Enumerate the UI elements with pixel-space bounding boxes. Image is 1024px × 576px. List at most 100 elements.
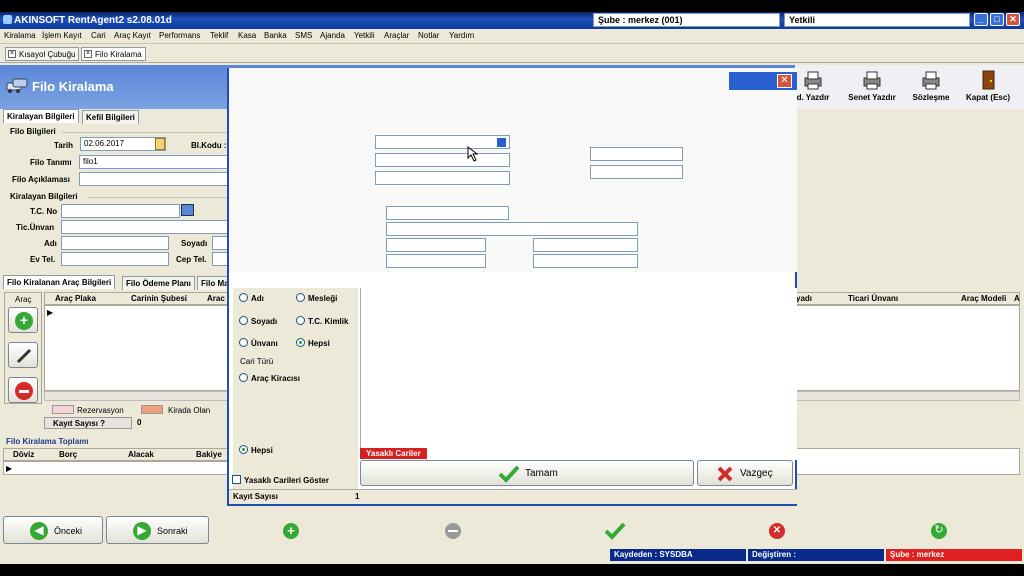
search-tc-icon[interactable]: [181, 204, 194, 216]
row-pointer-icon: ▶: [47, 308, 54, 317]
remove-icon[interactable]: [445, 523, 461, 539]
minus-icon: [15, 382, 33, 400]
save-check-icon[interactable]: [604, 522, 626, 540]
col-arac[interactable]: Arac: [207, 294, 225, 303]
search-field-10[interactable]: [386, 254, 486, 268]
search-field-7[interactable]: [386, 222, 638, 236]
tab-filo-kiralanan-arac[interactable]: Filo Kiralanan Araç Bilgileri: [3, 275, 116, 289]
add-arac-button[interactable]: +: [8, 307, 38, 333]
tamam-button[interactable]: Tamam: [360, 460, 694, 486]
col-a[interactable]: A: [1014, 294, 1020, 303]
vazgec-button[interactable]: Vazgeç: [697, 460, 793, 486]
search-field-5[interactable]: [590, 165, 683, 179]
refresh-icon[interactable]: ↻: [931, 523, 947, 539]
close-window-button[interactable]: ✕: [1006, 13, 1020, 26]
radio-hepsi[interactable]: Hepsi: [296, 338, 330, 348]
menu-yardim[interactable]: Yardım: [449, 31, 474, 40]
radio-tc-kimlik[interactable]: T.C. Kimlik: [296, 316, 348, 326]
radio-label: Araç Kiracısı: [251, 374, 300, 383]
sube-status: Şube : merkez: [886, 549, 1022, 561]
menu-kasa[interactable]: Kasa: [238, 31, 256, 40]
search-field-2[interactable]: [375, 153, 510, 167]
dropdown-icon[interactable]: [497, 138, 506, 147]
add-icon[interactable]: +: [283, 523, 299, 539]
radio-arac-kiracisi[interactable]: Araç Kiracısı: [239, 373, 300, 383]
radio-soyadi[interactable]: Soyadı: [239, 316, 277, 326]
col-arac-modeli[interactable]: Araç Modeli: [961, 294, 1006, 303]
radio-unvani[interactable]: Ünvanı: [239, 338, 278, 348]
col-carinin-subesi[interactable]: Carinin Şubesi: [131, 294, 187, 303]
menu-banka[interactable]: Banka: [264, 31, 287, 40]
right-grid-scrollbar[interactable]: [795, 391, 1020, 401]
menu-islem-kayit[interactable]: İşlem Kayıt: [42, 31, 82, 40]
calendar-icon[interactable]: [155, 138, 165, 150]
dialog-close-button[interactable]: ✕: [777, 74, 792, 88]
radio-hepsi-cari[interactable]: Hepsi: [239, 445, 273, 455]
filo-aciklamasi-label: Filo Açıklaması: [12, 175, 70, 184]
main-window: AKINSOFT RentAgent2 s2.08.01d Şube : mer…: [0, 12, 1024, 564]
printer-icon: [922, 71, 940, 90]
tarih-input[interactable]: 02.06.2017: [80, 137, 166, 151]
onceki-button[interactable]: ◀ Önceki: [3, 516, 103, 544]
arac-grid-body[interactable]: ▶: [44, 305, 229, 391]
kapat-button[interactable]: Kapat (Esc): [960, 69, 1016, 102]
col-ticari-unvani[interactable]: Ticari Ünvanı: [848, 294, 898, 303]
menu-araclar[interactable]: Araçlar: [384, 31, 409, 40]
radio-meslegi[interactable]: Mesleği: [296, 293, 337, 303]
mouse-cursor-icon: [467, 146, 479, 162]
col-bakiye[interactable]: Bakiye: [196, 450, 222, 459]
menu-teklif[interactable]: Teklif: [210, 31, 228, 40]
toplam-grid-body[interactable]: ▶: [3, 461, 229, 475]
tarih-label: Tarih: [54, 141, 73, 150]
close-tab-icon[interactable]: ×: [8, 50, 16, 58]
tamam-label: Tamam: [525, 468, 558, 479]
menu-notlar[interactable]: Notlar: [418, 31, 439, 40]
menu-kiralama[interactable]: Kiralama: [4, 31, 36, 40]
arac-grid-scrollbar[interactable]: [44, 391, 229, 401]
col-borc[interactable]: Borç: [59, 450, 77, 459]
radio-adi[interactable]: Adı: [239, 293, 264, 303]
tab-kiralayan-bilgileri[interactable]: Kiralayan Bilgileri: [3, 109, 79, 123]
col-arac-plaka[interactable]: Araç Plaka: [55, 294, 96, 303]
menu-cari[interactable]: Cari: [91, 31, 106, 40]
tab-kisayol-cubugu[interactable]: × Kısayol Çubuğu: [5, 47, 80, 61]
menu-sms[interactable]: SMS: [295, 31, 312, 40]
col-yadi[interactable]: yadı: [796, 294, 812, 303]
edit-arac-button[interactable]: [8, 342, 38, 368]
tab-filo-odeme-plani[interactable]: Filo Ödeme Planı: [122, 276, 195, 290]
col-doviz[interactable]: Döviz: [13, 450, 34, 459]
dialog-statusbar: Kayıt Sayısı 1: [229, 489, 797, 504]
sozlesme-button[interactable]: Sözleşme: [903, 69, 959, 102]
search-field-4[interactable]: [590, 147, 683, 161]
menu-performans[interactable]: Performans: [159, 31, 200, 40]
dialog-top-area: [229, 68, 797, 272]
adi-input[interactable]: [61, 236, 169, 250]
maximize-button[interactable]: □: [990, 13, 1004, 26]
col-alacak[interactable]: Alacak: [128, 450, 154, 459]
sonraki-button[interactable]: ▶ Sonraki: [106, 516, 209, 544]
ev-tel-input[interactable]: [61, 252, 169, 266]
menu-arac-kayit[interactable]: Araç Kayıt: [114, 31, 151, 40]
yasakli-goster-checkbox[interactable]: Yasaklı Carileri Göster: [232, 475, 329, 485]
senet-yazdir-button[interactable]: Senet Yazdır: [844, 69, 900, 102]
menu-yetkili[interactable]: Yetkili: [354, 31, 375, 40]
door-exit-icon: [982, 70, 995, 90]
search-field-8[interactable]: [386, 238, 486, 252]
close-tab-icon[interactable]: ×: [84, 50, 92, 58]
search-field-3[interactable]: [375, 171, 510, 185]
tab-filo-kiralama[interactable]: × Filo Kiralama: [81, 47, 146, 61]
search-field-11[interactable]: [533, 254, 638, 268]
search-field-9[interactable]: [533, 238, 638, 252]
toplam-grid-header: Döviz Borç Alacak Bakiye: [3, 448, 229, 461]
cancel-icon[interactable]: ✕: [769, 523, 785, 539]
tc-no-input[interactable]: [61, 204, 180, 218]
search-field-6[interactable]: [386, 206, 509, 220]
tab-kefil-bilgileri[interactable]: Kefil Bilgileri: [82, 110, 139, 124]
search-field-1[interactable]: [375, 135, 510, 149]
minimize-button[interactable]: _: [974, 13, 988, 26]
menu-ajanda[interactable]: Ajanda: [320, 31, 345, 40]
auth-field: Yetkili: [784, 13, 970, 27]
right-grid-body[interactable]: [795, 305, 1020, 391]
delete-arac-button[interactable]: [8, 377, 38, 403]
dialog-results-grid[interactable]: [360, 288, 797, 448]
